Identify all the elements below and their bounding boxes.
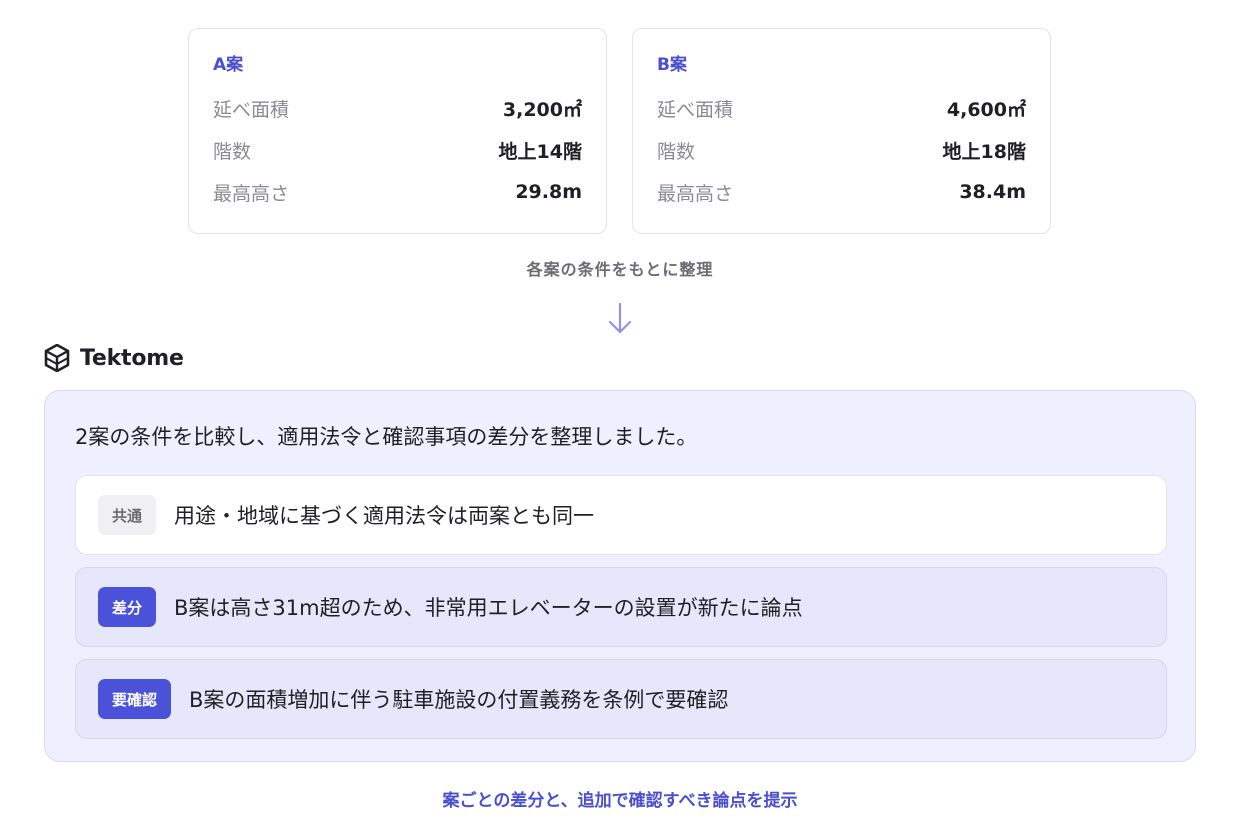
finding-row-difference: 差分 B案は高さ31m超のため、非常用エレベーターの設置が新たに論点 [75,567,1167,647]
tag-difference: 差分 [98,587,157,627]
spec-label: 最高高さ [657,182,734,205]
spec-label: 延べ面積 [213,98,290,121]
tektome-logo-icon [44,344,70,372]
ai-response-panel: 2案の条件を比較し、適用法令と確認事項の差分を整理しました。 共通 用途・地域に… [44,390,1196,762]
tag-needs-check: 要確認 [98,679,172,719]
tag-common: 共通 [98,495,157,535]
spec-label: 延べ面積 [657,98,734,121]
spec-row-max-height: 最高高さ 38.4m [657,171,1026,213]
spec-value: 4,600㎡ [946,98,1026,121]
spec-row-floor-area: 延べ面積 4,600㎡ [657,87,1026,129]
plan-card-a: A案 延べ面積 3,200㎡ 階数 地上14階 最高高さ 29.8m [188,28,607,234]
response-summary: 2案の条件を比較し、適用法令と確認事項の差分を整理しました。 [75,425,698,449]
finding-row-needs-check: 要確認 B案の面積増加に伴う駐車施設の付置義務を条例で要確認 [75,659,1167,739]
result-caption: 案ごとの差分と、追加で確認すべき論点を提示 [442,791,798,811]
spec-row-max-height: 最高高さ 29.8m [213,171,582,213]
finding-text: 用途・地域に基づく適用法令は両案とも同一 [174,504,595,528]
flow-caption: 各案の条件をもとに整理 [526,260,714,279]
spec-label: 最高高さ [213,182,290,205]
spec-row-floors: 階数 地上14階 [213,129,582,171]
brand: Tektome [44,344,184,372]
spec-value: 3,200㎡ [502,98,582,121]
plan-title: B案 [657,55,687,75]
arrow-down-icon [608,302,632,334]
brand-name: Tektome [80,345,184,371]
finding-text: B案は高さ31m超のため、非常用エレベーターの設置が新たに論点 [174,596,803,620]
finding-text: B案の面積増加に伴う駐車施設の付置義務を条例で要確認 [189,688,729,712]
spec-label: 階数 [657,140,696,163]
plan-title: A案 [213,55,244,75]
spec-value: 29.8m [515,181,582,203]
spec-row-floors: 階数 地上18階 [657,129,1026,171]
spec-value: 38.4m [959,181,1026,203]
page: A案 延べ面積 3,200㎡ 階数 地上14階 最高高さ 29.8m B案 延べ… [0,0,1240,840]
spec-row-floor-area: 延べ面積 3,200㎡ [213,87,582,129]
spec-value: 地上14階 [498,140,582,163]
plan-card-b: B案 延べ面積 4,600㎡ 階数 地上18階 最高高さ 38.4m [632,28,1051,234]
finding-row-common: 共通 用途・地域に基づく適用法令は両案とも同一 [75,475,1167,555]
spec-label: 階数 [213,140,252,163]
spec-value: 地上18階 [942,140,1026,163]
